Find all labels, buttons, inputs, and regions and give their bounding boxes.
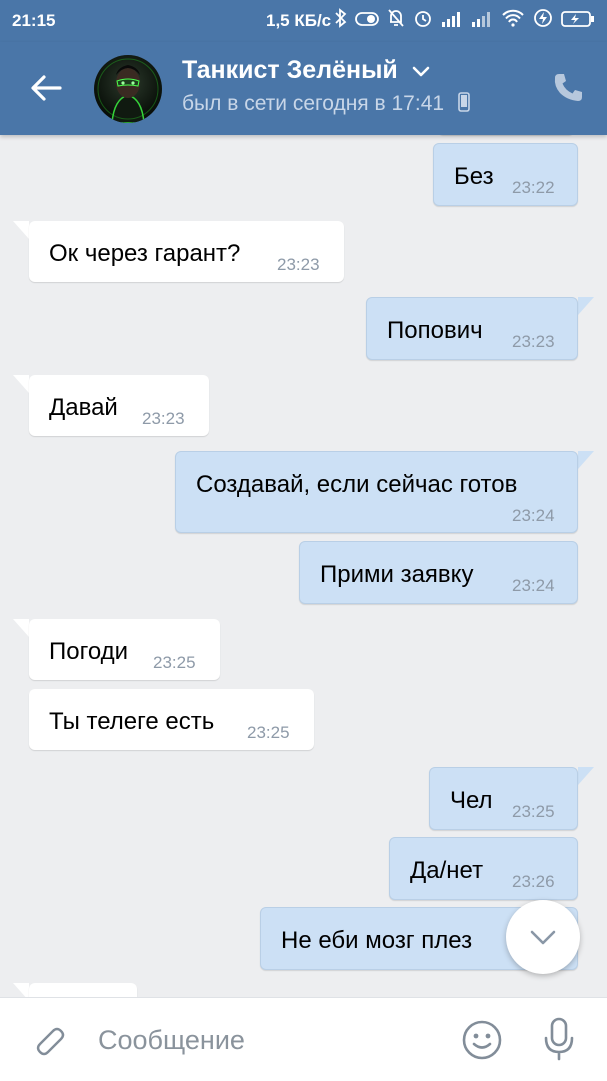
message-time: 23:24 <box>512 576 555 595</box>
back-arrow-icon <box>31 75 62 101</box>
last-seen-status: был в сети сегодня в 17:41 <box>182 92 470 116</box>
message-time: 23:25 <box>512 802 555 821</box>
bubble-tail <box>13 619 29 637</box>
message-text: Прими заявку <box>320 561 474 588</box>
message-bubble[interactable]: Прими заявку 23:24 <box>299 541 578 604</box>
bubble-tail <box>578 767 594 785</box>
call-button[interactable] <box>550 70 586 106</box>
message-text: Ты телеге есть <box>49 708 215 735</box>
signal-icon <box>471 9 493 33</box>
message-bubble[interactable]: Ты телеге есть 23:25 <box>29 689 314 750</box>
message-bubble-partial <box>29 983 137 997</box>
toggle-icon <box>355 9 379 33</box>
signal-icon <box>441 9 463 33</box>
message-input-bar <box>0 997 607 1081</box>
alarm-icon <box>413 8 433 34</box>
message-text: Создавай, если сейчас готов <box>196 471 518 498</box>
message-text: Погоди <box>49 638 129 665</box>
message-bubble[interactable]: Да/нет 23:26 <box>389 837 578 900</box>
message-text: Да/нет <box>410 857 484 884</box>
chat-header: Танкист Зелёный был в сети сегодня в 17:… <box>0 42 607 135</box>
bubble-tail <box>13 221 29 239</box>
last-seen-text: был в сети сегодня в 17:41 <box>182 92 445 115</box>
message-time: 23:26 <box>512 872 555 891</box>
message-text: Без <box>454 163 494 190</box>
message-text: Давай <box>49 394 118 421</box>
message-list[interactable]: Без 23:22 Ок через гарант? 23:23 Попович… <box>0 135 607 997</box>
voice-message-button[interactable] <box>542 1016 576 1062</box>
message-input[interactable] <box>96 1016 430 1064</box>
message-bubble[interactable]: Чел 23:25 <box>429 767 578 830</box>
bubble-tail <box>13 983 29 997</box>
bubble-tail <box>578 451 594 469</box>
microphone-icon <box>544 1017 574 1061</box>
message-bubble[interactable]: Создавай, если сейчас готов 23:24 <box>175 451 578 533</box>
mute-icon <box>387 8 405 34</box>
emoji-button[interactable] <box>460 1018 504 1062</box>
message-text: Не еби мозг плез <box>281 927 473 954</box>
contact-name[interactable]: Танкист Зелёный <box>182 56 431 85</box>
message-time: 23:23 <box>142 409 185 428</box>
status-bar: 21:15 1,5 КБ/с <box>0 0 607 42</box>
battery-icon <box>561 9 595 33</box>
network-speed: 1,5 КБ/с <box>266 11 332 30</box>
message-time: 23:23 <box>277 255 320 274</box>
avatar[interactable] <box>94 55 162 123</box>
message-bubble[interactable]: Погоди 23:25 <box>29 619 220 680</box>
message-bubble[interactable]: Попович 23:23 <box>366 297 578 360</box>
charging-icon <box>533 8 553 34</box>
message-time: 23:24 <box>512 506 555 525</box>
message-bubble[interactable]: Без 23:22 <box>433 143 578 206</box>
message-text: Чел <box>450 787 493 814</box>
phone-icon <box>554 74 582 101</box>
bubble-tail <box>13 375 29 393</box>
back-button[interactable] <box>26 68 66 108</box>
message-bubble[interactable]: Давай 23:23 <box>29 375 209 436</box>
message-text: Ок через гарант? <box>49 240 241 267</box>
chevron-down-icon <box>412 67 430 77</box>
message-time: 23:25 <box>153 653 196 672</box>
message-time: 23:25 <box>247 723 290 742</box>
scroll-down-button[interactable] <box>506 900 580 974</box>
mobile-device-icon <box>458 92 470 112</box>
chevron-down-icon <box>530 930 556 945</box>
bluetooth-icon <box>335 8 347 34</box>
status-time: 21:15 <box>12 11 56 30</box>
message-time: 23:23 <box>512 332 555 351</box>
status-icons <box>335 8 595 34</box>
bubble-tail <box>578 297 594 315</box>
paperclip-icon <box>36 1027 65 1056</box>
emoji-icon <box>462 1020 502 1060</box>
message-time: 23:22 <box>512 178 555 197</box>
wifi-icon <box>501 9 525 33</box>
attach-button[interactable] <box>28 1020 68 1060</box>
message-text: Попович <box>387 317 483 344</box>
contact-name-text: Танкист Зелёный <box>182 56 398 84</box>
message-bubble[interactable]: Ок через гарант? 23:23 <box>29 221 344 282</box>
